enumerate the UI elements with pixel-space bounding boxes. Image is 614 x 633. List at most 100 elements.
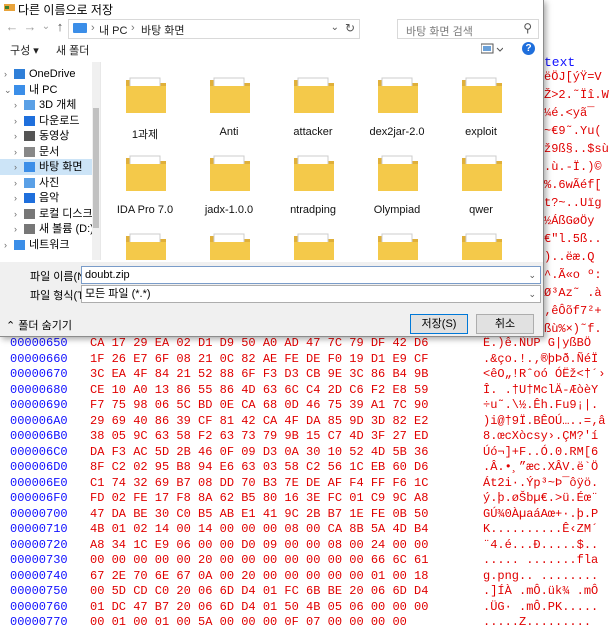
up-arrow-icon[interactable]: ↑ <box>52 19 68 35</box>
address-bar[interactable]: › 내 PC › 바탕 화면 ⌄ ↻ <box>68 19 360 39</box>
filename-dropdown-icon[interactable]: ⌄ <box>528 267 536 283</box>
chevron-up-icon: ⌃ <box>6 320 19 332</box>
hex-offset: 00000670 <box>10 367 68 381</box>
sidebar-scrollbar[interactable] <box>92 62 100 260</box>
hex-ascii: .....Z......... <box>483 615 592 629</box>
filetype-select[interactable]: 모든 파일 (*.*) ⌄ <box>81 285 541 303</box>
expand-chevron-icon[interactable]: › <box>14 221 17 237</box>
filetype-dropdown-icon[interactable]: ⌄ <box>528 286 536 302</box>
file-item[interactable]: jadx-1.0.0 <box>187 146 271 226</box>
hex-ascii: <êO„!Rˆoó ÓËž<†´› <box>483 367 606 381</box>
hex-text-line: ßù%×)˜f. <box>544 322 602 336</box>
expand-chevron-icon[interactable]: › <box>14 159 17 175</box>
file-name: IDA Pro 7.0 <box>116 204 174 216</box>
file-name: 1과제 <box>131 129 159 141</box>
expand-chevron-icon[interactable]: › <box>14 97 17 113</box>
hex-ascii: .ÜG· .mÔ.PK..... <box>483 599 599 614</box>
drive-icon <box>24 224 35 234</box>
sidebar-item[interactable]: › 3D 개체 <box>0 97 92 113</box>
expand-chevron-icon[interactable]: › <box>14 206 17 222</box>
help-icon[interactable]: ? <box>522 42 535 55</box>
hex-bytes: 47 DA BE 30 C0 B5 AB E1 41 9C 2B B7 1E F… <box>90 506 429 521</box>
expand-chevron-icon[interactable]: › <box>4 237 7 253</box>
expand-chevron-icon[interactable]: › <box>14 175 17 191</box>
sidebar-item[interactable]: › 새 볼륨 (D:) <box>0 221 94 237</box>
hex-ascii: .&ço.!.‚®þÞð.ÑéÏ <box>483 351 599 366</box>
breadcrumb-pc[interactable]: 내 PC <box>99 22 127 38</box>
sidebar-item[interactable]: › 사진 <box>0 175 92 191</box>
file-item[interactable]: dex2jar-2.0 <box>355 68 439 148</box>
hex-ascii: K..........Ê‹ZM´ <box>483 522 599 536</box>
hex-ascii: GÚ¾0ÀµaáAœ+·.þ.P <box>483 506 599 521</box>
hex-text-line: Ø³Az˜ .à <box>544 286 602 300</box>
file-item[interactable]: ntradping <box>271 146 355 226</box>
save-button[interactable]: 저장(S) <box>410 314 468 334</box>
sidebar-item-label: 3D 개체 <box>39 99 77 111</box>
sidebar-item[interactable]: › 네트워크 <box>0 237 92 253</box>
expand-chevron-icon[interactable]: › <box>14 144 17 160</box>
file-item[interactable] <box>355 224 439 260</box>
cancel-button[interactable]: 취소 <box>476 314 534 334</box>
folder-icon <box>462 233 502 260</box>
sidebar-item[interactable]: › 동영상 <box>0 128 92 144</box>
sidebar-item[interactable]: › 바탕 화면 <box>0 159 92 175</box>
folder-icon <box>294 77 334 113</box>
hex-ascii: Î. .†U†MclÄ-ÆòèY <box>483 382 599 397</box>
pc-icon <box>14 84 25 95</box>
breadcrumb-desktop[interactable]: 바탕 화면 <box>141 22 185 38</box>
view-options-icon[interactable] <box>481 43 503 55</box>
file-item[interactable] <box>103 224 187 260</box>
hide-folders-toggle[interactable]: ⌃ 폴더 숨기기 <box>6 317 72 333</box>
sidebar-item[interactable]: › OneDrive <box>0 66 92 82</box>
expand-chevron-icon[interactable]: › <box>14 128 17 144</box>
hex-offset: 00000700 <box>10 506 68 521</box>
forward-arrow-icon[interactable]: → <box>22 19 38 35</box>
refresh-icon[interactable]: ↻ <box>345 21 355 35</box>
organize-button[interactable]: 구성 ▾ <box>10 42 39 58</box>
sidebar-scroll-thumb[interactable] <box>93 108 99 228</box>
sidebar-item[interactable]: › 다운로드 <box>0 113 92 129</box>
hex-offset: 000006E0 <box>10 475 68 490</box>
expand-chevron-icon[interactable]: › <box>4 66 7 82</box>
new-folder-button[interactable]: 새 폴더 <box>56 42 89 58</box>
hex-text-line: %.6wÃéf[ <box>544 178 602 192</box>
address-dropdown-icon[interactable]: ⌄ <box>331 22 339 33</box>
file-item[interactable]: attacker <box>271 68 355 148</box>
file-item[interactable]: Olympiad <box>355 146 439 226</box>
hex-bytes: 3C EA 4F 84 21 52 88 6F F3 D3 CB 9E 3C 8… <box>90 367 429 381</box>
sidebar-item[interactable]: ›로컬 디스크 (C:) <box>0 206 100 222</box>
file-item[interactable]: 1과제 <box>103 68 187 148</box>
file-item[interactable] <box>439 224 523 260</box>
network-icon <box>14 239 25 250</box>
sidebar-item[interactable]: › 문서 <box>0 144 92 160</box>
file-name: jadx-1.0.0 <box>204 204 254 216</box>
hex-offset: 00000760 <box>10 599 68 614</box>
hex-bytes: 8F C2 02 95 B8 94 E6 63 03 58 C2 56 1C E… <box>90 460 429 474</box>
hex-ascii: .]ÍÀ .mÔ.ük¾ .mÔ <box>483 584 599 598</box>
folder-icon <box>378 77 418 113</box>
hex-bytes: DA F3 AC 5D 2B 46 0F 09 D3 0A 30 10 52 4… <box>90 444 429 459</box>
file-item[interactable] <box>187 224 271 260</box>
pc-icon <box>73 23 87 33</box>
drive-icon <box>24 208 35 219</box>
folder-icon <box>210 155 250 191</box>
hex-offset: 00000710 <box>10 522 68 536</box>
expand-chevron-icon[interactable]: › <box>14 113 17 129</box>
file-item[interactable]: qwer <box>439 146 523 226</box>
sidebar-item[interactable]: ⌄ 내 PC <box>0 82 92 98</box>
sidebar-item-label: 다운로드 <box>39 114 80 127</box>
file-item[interactable]: IDA Pro 7.0 <box>103 146 187 226</box>
hex-ascii: g.png.. ........ <box>483 568 599 583</box>
title-bar: 다른 이름으로 저장 <box>0 0 543 17</box>
hex-ascii: 8.œcXòcsy›.ÇM?'í <box>483 429 599 443</box>
sidebar-item[interactable]: › 음악 <box>0 190 92 206</box>
file-item[interactable]: Anti <box>187 68 271 148</box>
back-arrow-icon[interactable]: ← <box>4 19 20 35</box>
filename-input[interactable]: doubt.zip ⌄ <box>81 266 541 284</box>
hex-bytes: 00 01 00 01 00 5A 00 00 00 0F 07 00 00 0… <box>90 615 407 629</box>
expand-chevron-icon[interactable]: › <box>14 190 17 206</box>
expand-chevron-icon[interactable]: ⌄ <box>4 82 12 98</box>
search-input[interactable]: 바탕 화면 검색 ⚲ <box>397 19 539 39</box>
file-item[interactable] <box>271 224 355 260</box>
file-item[interactable]: exploit <box>439 68 523 148</box>
